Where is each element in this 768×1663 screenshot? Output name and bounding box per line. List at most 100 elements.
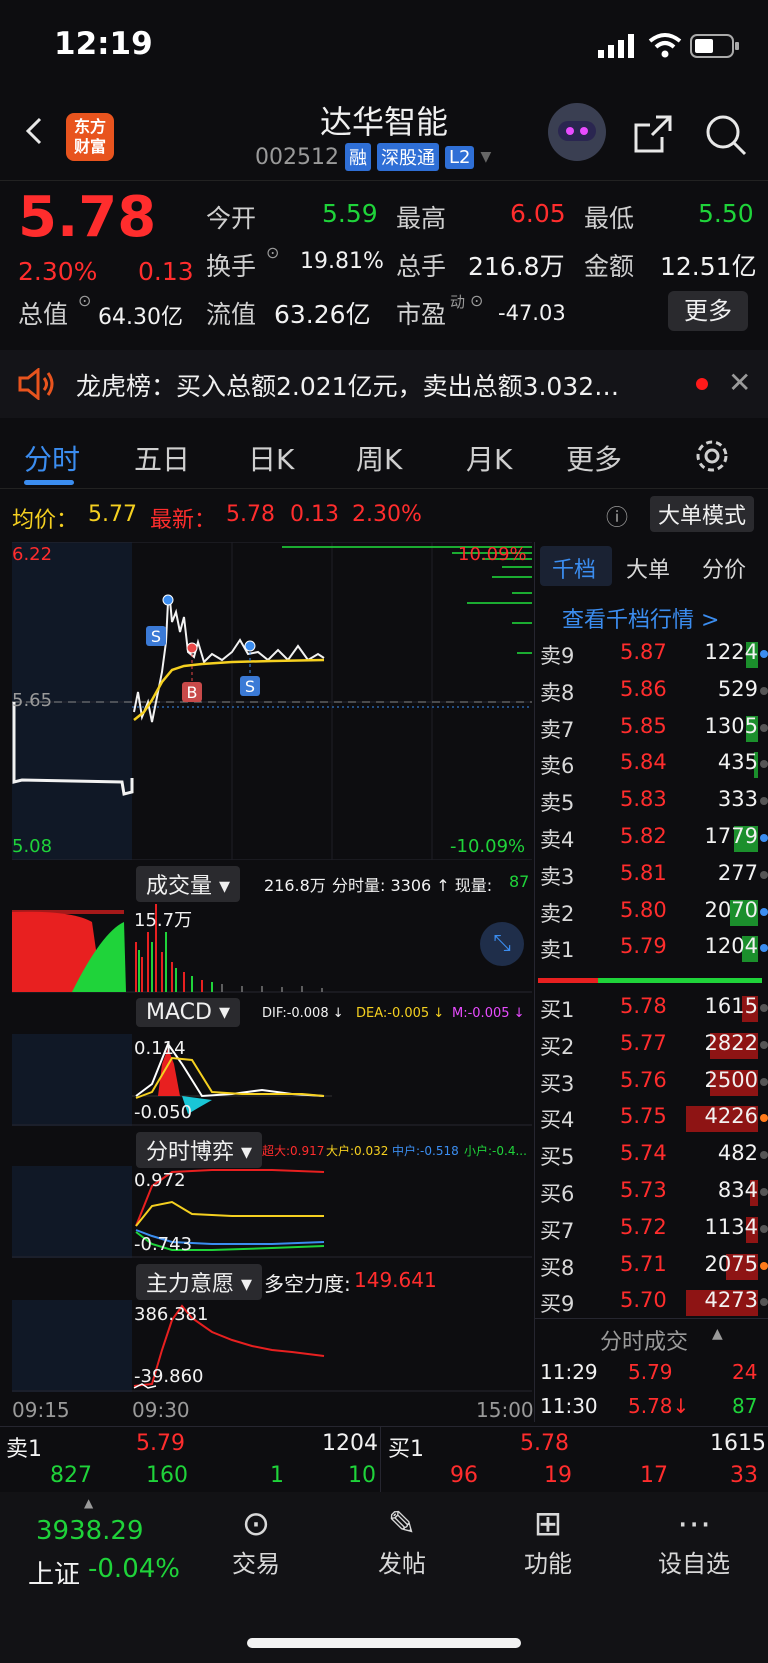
nav-functions[interactable]: ⊞ 功能 xyxy=(488,1504,608,1579)
yen-icon: ⊙ xyxy=(241,1504,271,1544)
index-value[interactable]: 3938.29 xyxy=(36,1516,144,1546)
volume-selector[interactable]: 成交量 ▾ xyxy=(136,866,241,902)
collapse-icon[interactable]: ▲ xyxy=(712,1326,723,1342)
tab-intraday[interactable]: 分时 xyxy=(24,438,80,478)
depth-link[interactable]: 查看千档行情 > xyxy=(562,602,719,634)
nav-trade[interactable]: ⊙ 交易 xyxy=(196,1504,316,1579)
row-price: 5.72 xyxy=(620,1214,667,1239)
bid-row[interactable]: 买9 5.70 4273 xyxy=(540,1284,768,1320)
mktcap-info-icon[interactable]: ⊙ xyxy=(78,291,91,310)
expand-icon[interactable]: ⤡ xyxy=(480,922,524,966)
ask-row[interactable]: 卖2 5.80 2070 xyxy=(540,894,768,930)
row-price: 5.84 xyxy=(620,750,667,775)
share-icon[interactable] xyxy=(632,113,674,155)
row-volume: 1134 xyxy=(704,1214,758,1239)
high-label: 最高 xyxy=(396,204,447,233)
bid-row[interactable]: 买6 5.73 834 xyxy=(540,1174,768,1210)
high-value: 6.05 xyxy=(510,199,566,228)
row-dot xyxy=(760,723,768,732)
tab-monthly-k[interactable]: 月K xyxy=(466,438,512,478)
chart-bottom-pct: -10.09% xyxy=(450,836,526,857)
tab-5day[interactable]: 五日 xyxy=(134,438,190,478)
news-banner[interactable]: 龙虎榜：买入总额2.021亿元，卖出总额3.032… ✕ xyxy=(0,350,768,418)
row-label: 买3 xyxy=(540,1071,575,1096)
info-icon[interactable]: ⊙ xyxy=(266,243,279,262)
bid-row[interactable]: 买3 5.76 2500 xyxy=(540,1064,768,1100)
row-dot xyxy=(760,797,768,806)
nav-post[interactable]: ✎ 发帖 xyxy=(342,1504,462,1579)
bid-row[interactable]: 买5 5.74 482 xyxy=(540,1137,768,1173)
tab-daily-k[interactable]: 日K xyxy=(248,438,294,478)
low-label: 最低 xyxy=(584,204,635,233)
l1-ask-label: 卖1 xyxy=(6,1437,42,1462)
row-price: 5.80 xyxy=(620,897,667,922)
more-button[interactable]: 更多 xyxy=(668,291,748,331)
bid-row[interactable]: 买7 5.72 1134 xyxy=(540,1211,768,1247)
ask-row[interactable]: 卖4 5.82 1779 xyxy=(540,820,768,856)
float-label: 流值 xyxy=(206,300,257,329)
open-value: 5.59 xyxy=(322,199,378,228)
row-volume: 1305 xyxy=(704,713,758,738)
macd-selector[interactable]: MACD ▾ xyxy=(136,998,240,1027)
macd-m: M:-0.005 ↓ xyxy=(452,1006,525,1021)
robot-avatar[interactable] xyxy=(548,103,606,161)
nav-add-watch[interactable]: ⋯ 设自选 xyxy=(634,1504,754,1579)
macd-chart[interactable] xyxy=(12,1034,532,1126)
will-low: -39.860 xyxy=(134,1366,204,1387)
ob-tab-price[interactable]: 分价 xyxy=(702,552,746,584)
ask-row[interactable]: 卖3 5.81 277 xyxy=(540,857,768,893)
tag-margin: 融 xyxy=(344,143,371,171)
macd-dea: DEA:-0.005 ↓ xyxy=(356,1006,445,1021)
close-icon[interactable]: ✕ xyxy=(728,366,751,399)
row-label: 买2 xyxy=(540,1034,575,1059)
bid-row[interactable]: 买1 5.78 1615 xyxy=(540,990,768,1026)
settings-icon[interactable] xyxy=(694,438,730,474)
big-order-mode-button[interactable]: 大单模式 xyxy=(650,496,755,532)
edit-icon: ✎ xyxy=(387,1504,417,1544)
ask-row[interactable]: 卖8 5.86 529 xyxy=(540,673,768,709)
will-selector[interactable]: 主力意愿 ▾ xyxy=(136,1264,263,1300)
home-indicator xyxy=(247,1638,521,1648)
bid-row[interactable]: 买2 5.77 2822 xyxy=(540,1027,768,1063)
ask-row[interactable]: 卖6 5.84 435 xyxy=(540,746,768,782)
turnover-value: 19.81% xyxy=(300,249,384,274)
search-icon[interactable] xyxy=(704,113,748,157)
row-volume: 834 xyxy=(717,1178,758,1202)
row-label: 买9 xyxy=(540,1292,575,1317)
bid-row[interactable]: 买8 5.71 2075 xyxy=(540,1248,768,1284)
tab-more[interactable]: 更多 xyxy=(566,438,622,478)
row-label: 买6 xyxy=(540,1182,575,1206)
ask-row[interactable]: 卖1 5.79 1204 xyxy=(540,930,768,966)
bid-row[interactable]: 买4 5.75 4226 xyxy=(540,1100,768,1136)
game-chart[interactable] xyxy=(12,1166,532,1258)
will-chart[interactable] xyxy=(12,1300,532,1392)
stock-code-row[interactable]: 002512 融 深股通 L2 ▼ xyxy=(255,143,491,171)
stock-code: 002512 xyxy=(255,144,339,170)
svg-text:S: S xyxy=(151,627,161,646)
status-bar: 12:19 xyxy=(0,0,768,95)
force-label: 多空力度: xyxy=(264,1272,351,1296)
row-label: 买4 xyxy=(540,1108,575,1133)
tab-weekly-k[interactable]: 周K xyxy=(356,438,402,478)
ticks-title[interactable]: 分时成交 xyxy=(600,1324,688,1356)
more-icon: ⋯ xyxy=(677,1504,711,1544)
ask-row[interactable]: 卖7 5.85 1305 xyxy=(540,710,768,746)
row-price: 5.73 xyxy=(620,1178,667,1202)
row-price: 5.79 xyxy=(620,934,667,959)
row-volume: 2075 xyxy=(704,1251,758,1276)
row-label: 卖6 xyxy=(540,754,575,779)
l1-right-num: 17 xyxy=(640,1463,668,1488)
ob-tab-big[interactable]: 大单 xyxy=(626,552,670,584)
volume-chart[interactable] xyxy=(12,902,532,994)
ask-row[interactable]: 卖9 5.87 1224 xyxy=(540,636,768,672)
row-label: 卖1 xyxy=(540,938,575,963)
tag-connect: 深股通 xyxy=(376,143,439,171)
ob-tab-depth[interactable]: 千档 xyxy=(552,552,596,584)
divider xyxy=(534,542,535,1422)
ask-row[interactable]: 卖5 5.83 333 xyxy=(540,783,768,819)
dropdown-icon: ▼ xyxy=(480,149,492,165)
help-icon[interactable]: ⓘ xyxy=(606,500,628,532)
game-selector[interactable]: 分时博弈 ▾ xyxy=(136,1132,263,1168)
price-chart[interactable]: S B S xyxy=(12,542,532,860)
pe-info-icon[interactable]: ⊙ xyxy=(470,291,483,310)
